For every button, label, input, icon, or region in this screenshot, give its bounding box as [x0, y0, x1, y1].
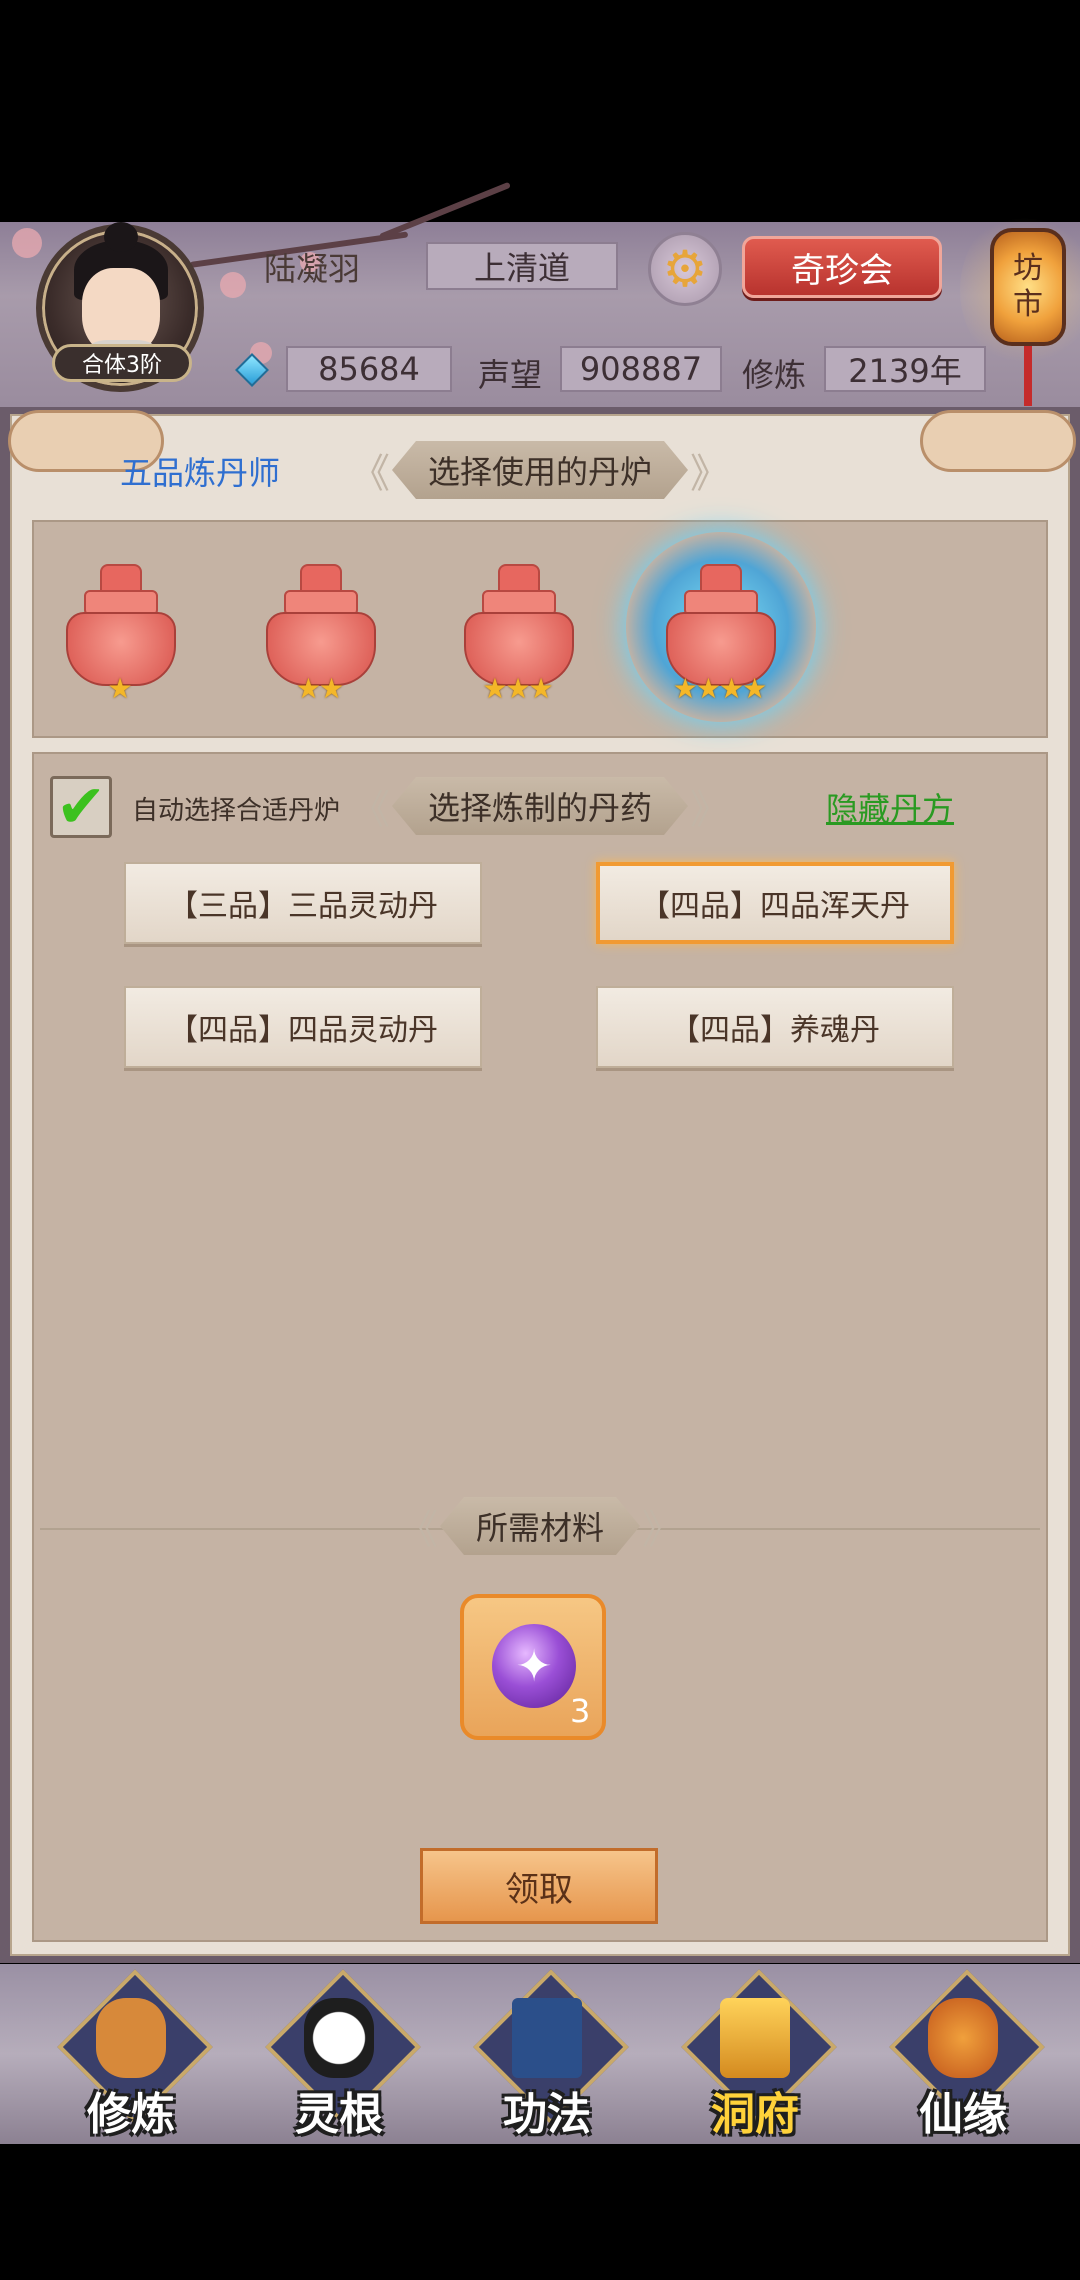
pill-option[interactable]: 【四品】养魂丹: [596, 986, 954, 1068]
claim-button[interactable]: 领取: [420, 1848, 658, 1924]
furnace-2-star[interactable]: ★★: [254, 564, 384, 714]
furnace-star-rating: ★★: [295, 672, 344, 705]
furnace-4-star[interactable]: ★★★★: [654, 564, 784, 714]
market-label-line1: 坊: [1013, 251, 1043, 286]
market-lantern-button[interactable]: 坊 市: [990, 228, 1066, 346]
settings-gear-button[interactable]: ⚙: [648, 232, 722, 306]
furnace-star-rating: ★: [107, 672, 132, 705]
prestige-label: 声望: [478, 356, 543, 394]
nav-label: 功法: [503, 2089, 591, 2140]
realm-badge: 合体3阶: [52, 344, 192, 382]
nav-spirit-root[interactable]: 灵根: [264, 1969, 421, 2140]
sect-plate: 上清道: [426, 242, 618, 290]
materials-section-title: 《 所需材料 》: [340, 1496, 740, 1556]
pill-option-selected[interactable]: 【四品】四品浑天丹: [596, 862, 954, 944]
market-label-line2: 市: [1013, 287, 1043, 322]
furnace-1-star[interactable]: ★: [54, 564, 184, 714]
meditating-monk-icon: [96, 1998, 166, 2078]
hide-recipes-link[interactable]: 隐藏丹方: [826, 784, 954, 830]
pill-option[interactable]: 【四品】四品灵动丹: [124, 986, 482, 1068]
auto-select-checkbox[interactable]: ✔: [50, 776, 112, 838]
pill-section-title: 《 选择炼制的丹药 》: [340, 776, 740, 836]
avatar-hair-bun: [104, 222, 138, 252]
furnace-3-star[interactable]: ★★★: [452, 564, 582, 714]
spirit-stone-count: 85684: [286, 346, 452, 392]
nav-label: 修炼: [87, 2089, 175, 2140]
gourd-icon: [928, 1998, 998, 2078]
furnace-star-rating: ★★★★: [672, 672, 767, 705]
cloud-ornament-right: [920, 410, 1076, 472]
purple-spirit-orb-icon: ✦: [492, 1624, 576, 1708]
nav-techniques[interactable]: 功法: [472, 1969, 629, 2140]
cave-mansion-icon: [720, 1998, 790, 2078]
prestige-value: 908887: [560, 346, 722, 392]
cultivation-value: 2139年: [824, 346, 986, 392]
yin-yang-sword-icon: [304, 1998, 374, 2078]
nav-label: 灵根: [295, 2089, 383, 2140]
technique-book-icon: [512, 1998, 582, 2078]
pill-option[interactable]: 【三品】三品灵动丹: [124, 862, 482, 944]
nav-cave-mansion[interactable]: 洞府: [680, 1969, 837, 2140]
player-name: 陆凝羽: [264, 250, 361, 288]
furnace-star-rating: ★★★: [482, 672, 553, 705]
materials-title-text: 所需材料: [440, 1497, 640, 1555]
furnace-title-text: 选择使用的丹炉: [392, 441, 688, 499]
gear-icon: ⚙: [662, 240, 708, 298]
material-count: 3: [570, 1692, 591, 1730]
furnace-section-title: 《 选择使用的丹炉 》: [340, 440, 740, 500]
nav-cultivate[interactable]: 修炼: [56, 1969, 213, 2140]
pill-title-text: 选择炼制的丹药: [392, 777, 688, 835]
treasure-fair-button[interactable]: 奇珍会: [742, 236, 942, 298]
auto-select-label: 自动选择合适丹炉: [132, 796, 341, 826]
alchemist-rank: 五品炼丹师: [120, 454, 281, 492]
nav-destiny[interactable]: 仙缘: [888, 1969, 1045, 2140]
nav-label: 仙缘: [919, 2089, 1007, 2140]
lantern-tassel: [1024, 346, 1032, 406]
nav-label: 洞府: [711, 2089, 799, 2140]
cultivation-label: 修炼: [742, 356, 807, 394]
